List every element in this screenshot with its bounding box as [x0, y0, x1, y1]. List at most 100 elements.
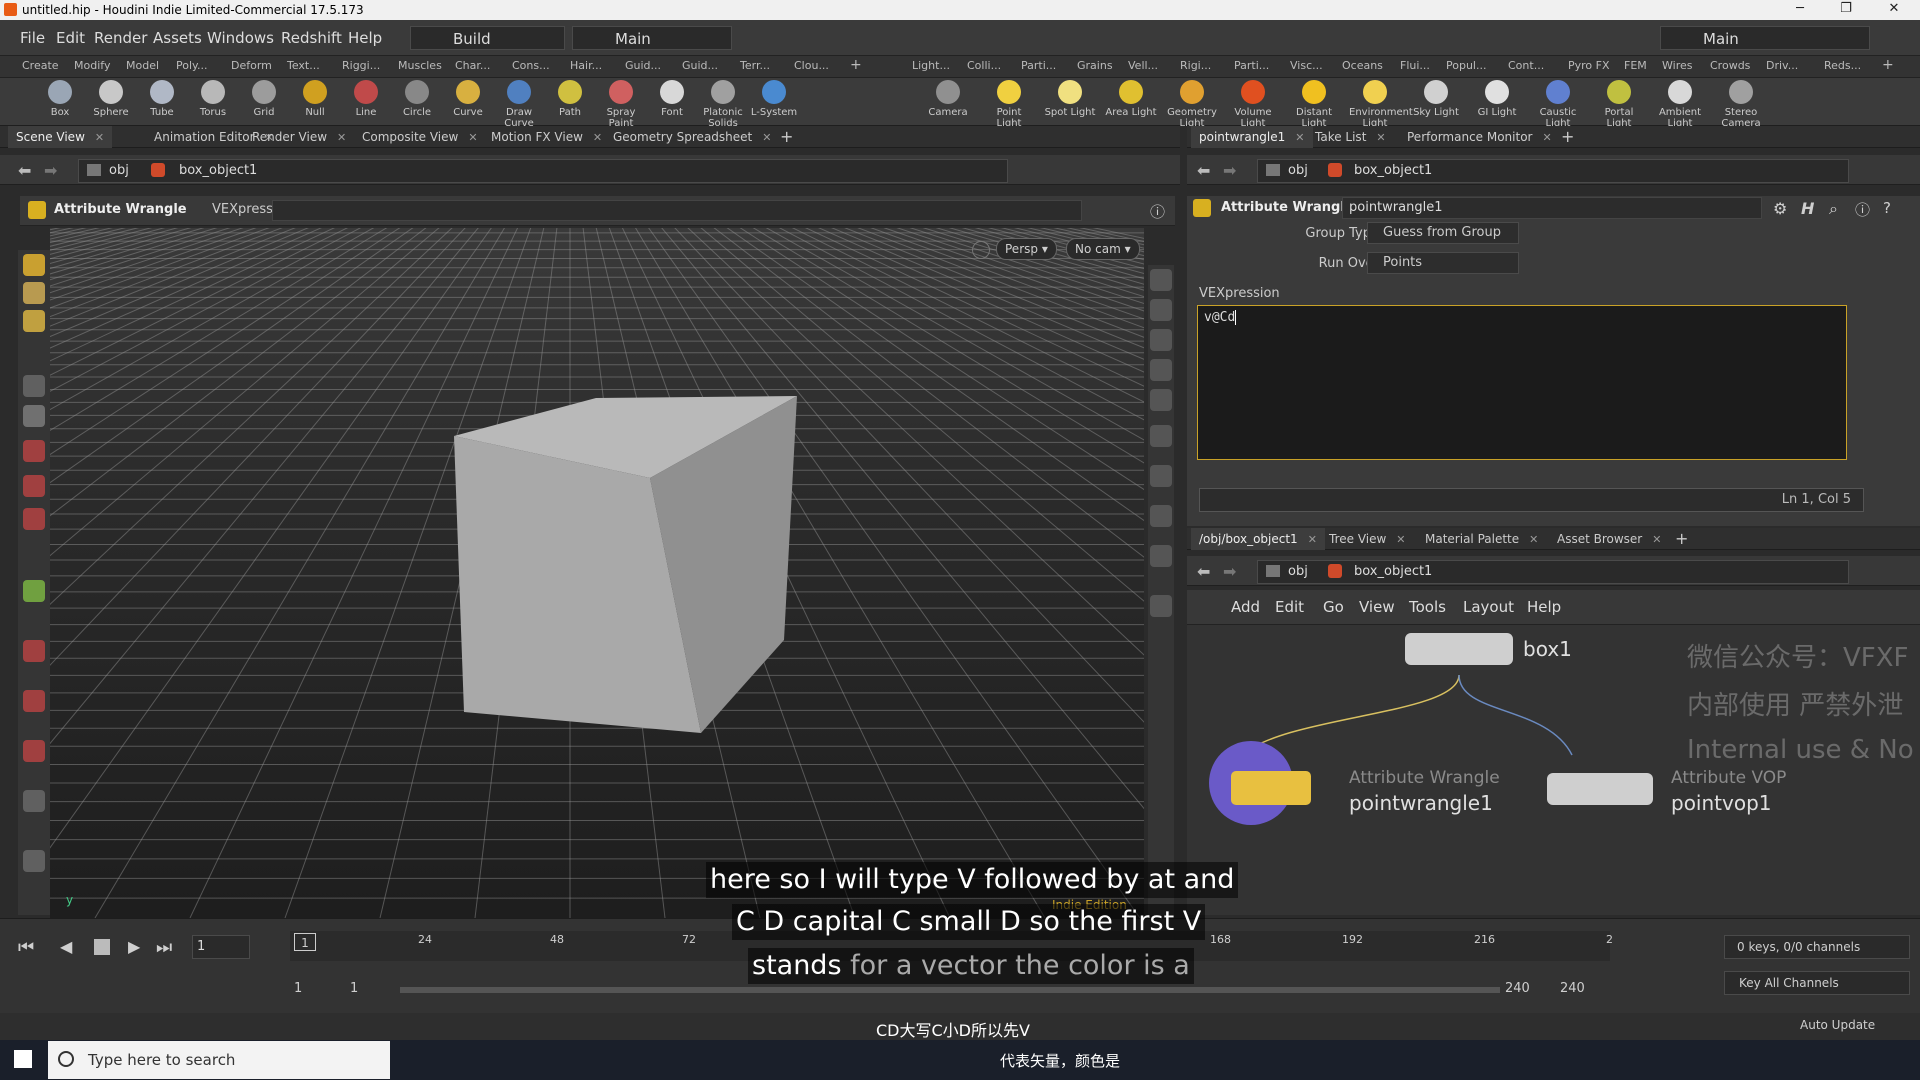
transform-tool-icon[interactable] [23, 282, 45, 304]
close-tab-icon[interactable]: ✕ [593, 131, 602, 144]
help-icon[interactable]: ⓘ [1150, 201, 1165, 222]
shelf-tool-path[interactable]: Path [544, 80, 596, 124]
close-tab-icon[interactable]: ✕ [1308, 533, 1317, 546]
rotate-tool-icon[interactable] [23, 475, 45, 497]
network-editor[interactable]: box1 Attribute Wrangle pointwrangle1 Att… [1187, 625, 1920, 915]
close-button[interactable]: ✕ [1874, 1, 1914, 19]
range-slider[interactable] [400, 987, 1500, 993]
build-desktop-select[interactable]: Build [410, 26, 565, 50]
shelf-tab-visc[interactable]: Visc... [1290, 59, 1323, 72]
group-type-menu[interactable]: Guess from Group [1367, 222, 1519, 244]
main-desktop-select[interactable]: Main [572, 26, 732, 50]
normals-display-icon[interactable] [1150, 465, 1172, 487]
search-icon[interactable]: ⌕ [1829, 199, 1838, 219]
shelf-tab-cons[interactable]: Cons... [512, 59, 550, 72]
shelf-tab-grains[interactable]: Grains [1077, 59, 1113, 72]
add-shelf-tab-right-icon[interactable]: + [1882, 57, 1894, 73]
pointwrangle1-node[interactable] [1231, 771, 1311, 805]
tab-geometry-spreadsheet[interactable]: Geometry Spreadsheet ✕ [605, 126, 779, 148]
gear-icon[interactable]: ⚙ [1773, 199, 1787, 218]
add-pane-tab-icon[interactable]: + [1553, 126, 1582, 148]
menu-windows[interactable]: Windows [207, 29, 274, 47]
run-over-menu[interactable]: Points [1367, 252, 1519, 274]
pointer-tool-icon[interactable] [23, 375, 45, 397]
forward-arrow-icon[interactable]: ➡ [44, 161, 57, 180]
shelf-tab-colli[interactable]: Colli... [967, 59, 1001, 72]
range-start[interactable]: 1 [294, 981, 302, 996]
range-end-2[interactable]: 240 [1560, 981, 1585, 996]
select-tool-icon[interactable] [23, 254, 45, 276]
shelf-tab-light[interactable]: Light... [912, 59, 950, 72]
shelf-tool-caustic-light[interactable]: Caustic Light [1532, 80, 1584, 129]
snap-tool-icon[interactable] [23, 580, 45, 602]
shelf-tool-draw-curve[interactable]: Draw Curve [493, 80, 545, 129]
tab-render-view[interactable]: Render View ✕ [244, 126, 354, 148]
shelf-tab-guid[interactable]: Guid... [625, 59, 661, 72]
play-icon[interactable]: ▶ [128, 937, 140, 956]
shelf-tool-circle[interactable]: Circle [391, 80, 443, 124]
operator-expression-field[interactable] [272, 200, 1082, 221]
network-menu-add[interactable]: Add [1231, 598, 1260, 616]
taskbar-search-box[interactable]: Type here to search [48, 1041, 390, 1079]
close-tab-icon[interactable]: ✕ [1376, 131, 1385, 144]
shelf-tab-wires[interactable]: Wires [1662, 59, 1692, 72]
tab-material-palette[interactable]: Material Palette ✕ [1417, 528, 1546, 550]
shelf-tab-parti[interactable]: Parti... [1021, 59, 1056, 72]
sphere-tool-icon[interactable] [23, 850, 45, 872]
shelf-tool-curve[interactable]: Curve [442, 80, 494, 124]
shelf-tool-geometry-light[interactable]: Geometry Light [1166, 80, 1218, 129]
maximize-button[interactable]: ❐ [1826, 1, 1866, 19]
lock-view-icon[interactable] [972, 241, 990, 259]
info-icon[interactable]: ⓘ [1855, 199, 1870, 220]
close-tab-icon[interactable]: ✕ [337, 131, 346, 144]
tab-composite-view[interactable]: Composite View ✕ [354, 126, 486, 148]
shelf-tool-portal-light[interactable]: Portal Light [1593, 80, 1645, 129]
add-shelf-tab-icon[interactable]: + [850, 57, 862, 73]
shelf-tab-popul[interactable]: Popul... [1446, 59, 1486, 72]
shelf-tool-torus[interactable]: Torus [187, 80, 239, 124]
shelf-tab-flui[interactable]: Flui... [1400, 59, 1430, 72]
close-tab-icon[interactable]: ✕ [1529, 533, 1538, 546]
numbers-display-icon[interactable] [1150, 505, 1172, 527]
shelf-tab-oceans[interactable]: Oceans [1342, 59, 1383, 72]
shelf-tab-poly[interactable]: Poly... [176, 59, 207, 72]
lock-tool-icon[interactable] [23, 405, 45, 427]
range-start-2[interactable]: 1 [350, 981, 358, 996]
minimize-button[interactable]: ─ [1780, 1, 1820, 19]
shelf-tool-gi-light[interactable]: GI Light [1471, 80, 1523, 124]
parm-path-field[interactable]: obj box_object1 [1257, 159, 1849, 183]
network-menu-help[interactable]: Help [1527, 598, 1561, 616]
visibility-icon[interactable] [1150, 329, 1172, 351]
magnet2-tool-icon[interactable] [23, 690, 45, 712]
skip-end-icon[interactable]: ⏭ [156, 937, 172, 958]
brush-display-icon[interactable] [1150, 545, 1172, 567]
range-end[interactable]: 240 [1505, 981, 1530, 996]
move-tool-icon[interactable] [23, 440, 45, 462]
menu-edit[interactable]: Edit [56, 29, 85, 47]
scene-viewport[interactable]: y Persp ▾ No cam ▾ Indie Edition [50, 228, 1144, 918]
points-display-icon[interactable] [1150, 425, 1172, 447]
snapshot-icon[interactable] [1150, 595, 1172, 617]
shelf-tool-area-light[interactable]: Area Light [1105, 80, 1157, 124]
shelf-tab-deform[interactable]: Deform [231, 59, 272, 72]
forward-arrow-icon[interactable]: ➡ [1223, 161, 1236, 180]
close-tab-icon[interactable]: ✕ [1542, 131, 1551, 144]
network-path-field[interactable]: obj box_object1 [78, 159, 1008, 183]
shelf-tab-model[interactable]: Model [126, 59, 159, 72]
menu-help[interactable]: Help [348, 29, 382, 47]
network-menu-go[interactable]: Go [1323, 598, 1344, 616]
shelf-tab-guid-2[interactable]: Guid... [682, 59, 718, 72]
tab-tree-view[interactable]: Tree View ✕ [1321, 528, 1414, 550]
shelf-tool-sphere[interactable]: Sphere [85, 80, 137, 124]
network-menu-layout[interactable]: Layout [1463, 598, 1514, 616]
tab-scene-view[interactable]: Scene View ✕ [8, 126, 113, 148]
network-menu-tools[interactable]: Tools [1409, 598, 1446, 616]
close-tab-icon[interactable]: ✕ [1396, 533, 1405, 546]
shelf-tool-line[interactable]: Line [340, 80, 392, 124]
shelf-tab-cont[interactable]: Cont... [1508, 59, 1544, 72]
auto-update-menu[interactable]: Auto Update [1800, 1018, 1875, 1032]
tab-motion-fx-view[interactable]: Motion FX View ✕ [483, 126, 610, 148]
add-pane-tab-icon[interactable]: + [1667, 528, 1696, 550]
shelf-tool-platonic-solids[interactable]: Platonic Solids [697, 80, 749, 129]
hscript-icon[interactable]: H [1801, 199, 1814, 218]
